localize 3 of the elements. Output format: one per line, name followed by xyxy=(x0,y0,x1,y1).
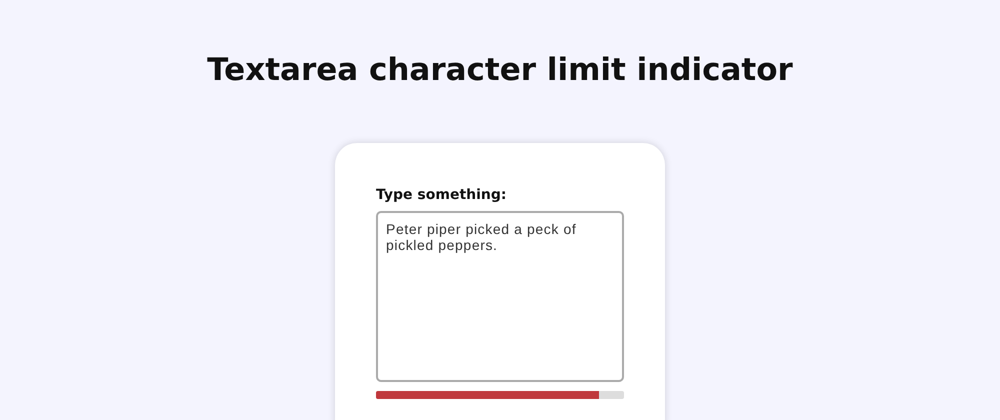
field-label: Type something: xyxy=(376,187,508,203)
text-area[interactable]: Peter piper picked a peck of pickled peppers. xyxy=(376,211,624,382)
page-title: Textarea character limit indicator xyxy=(207,52,793,88)
